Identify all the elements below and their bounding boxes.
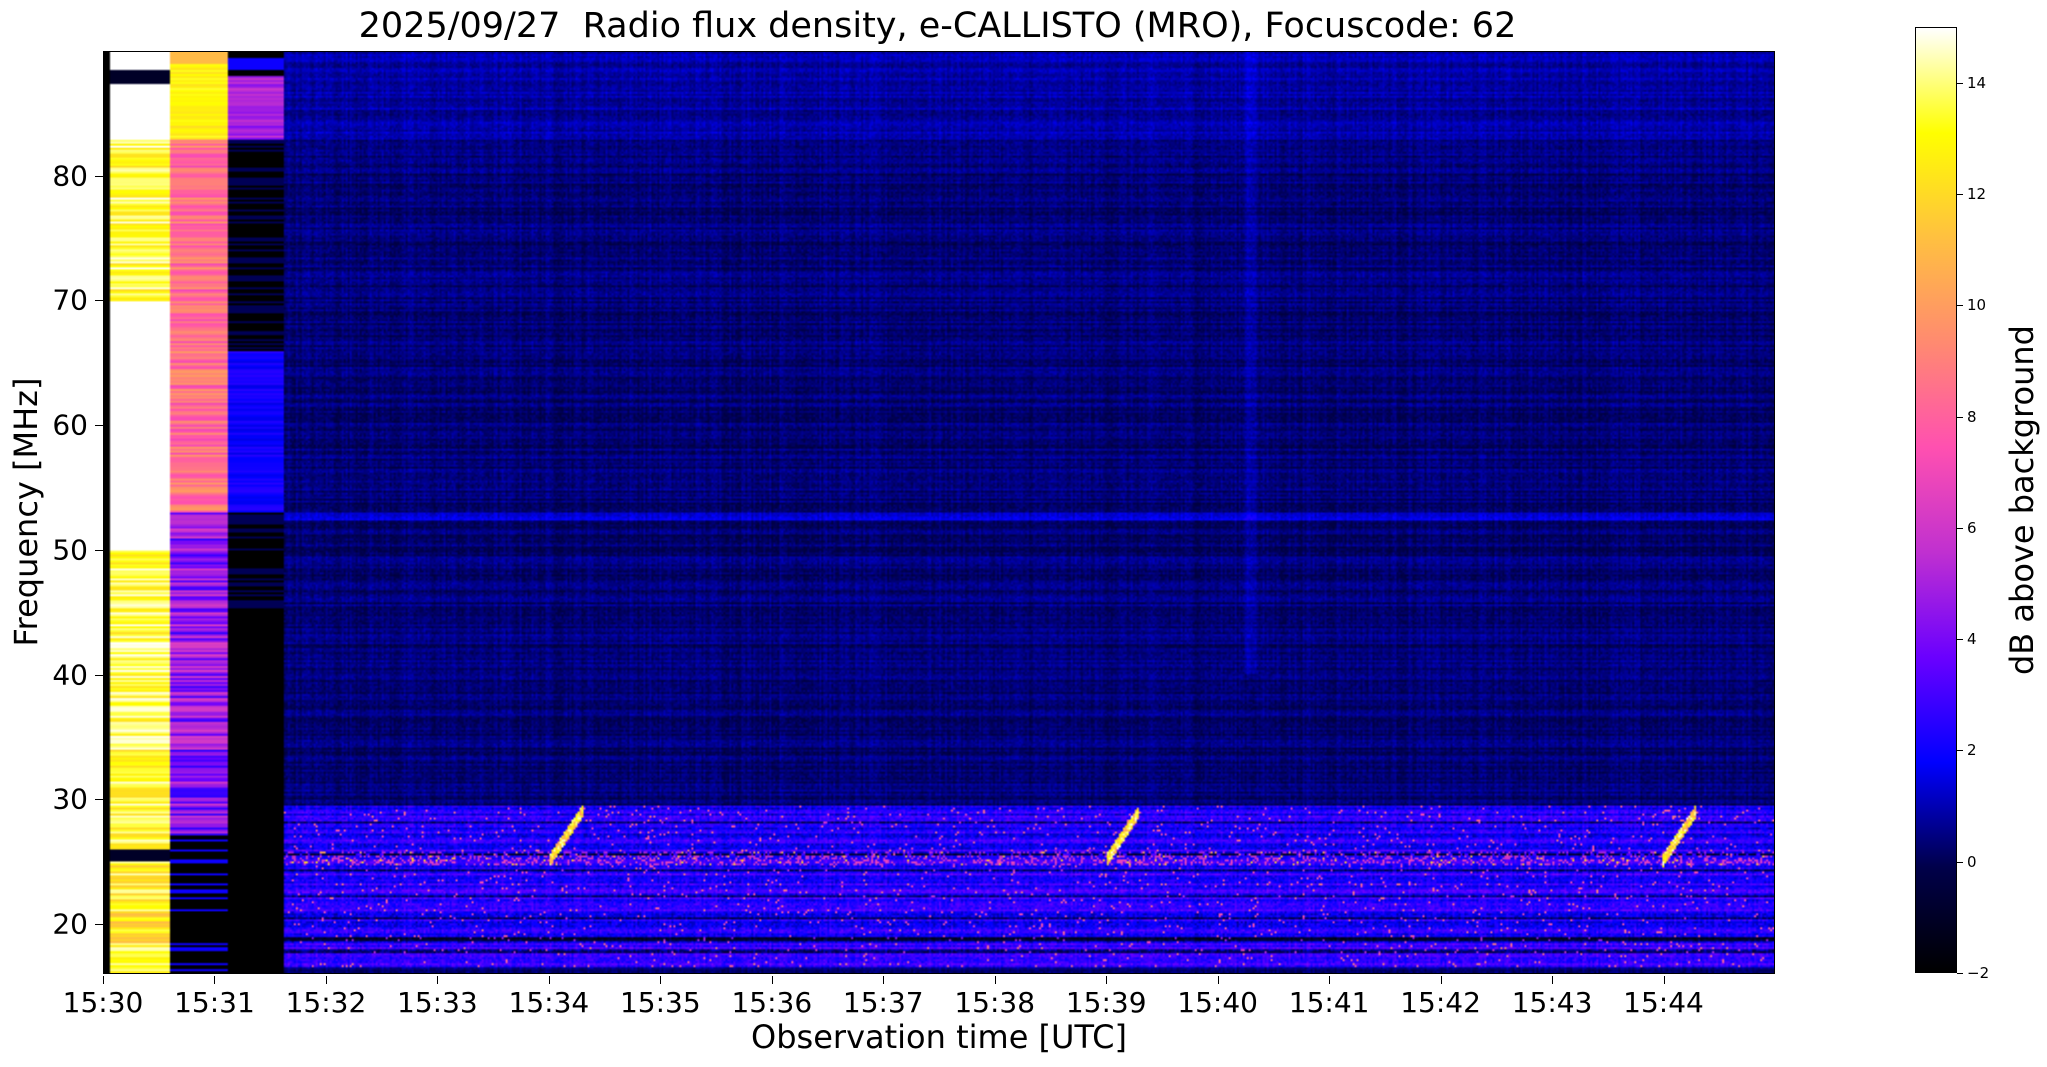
- colorbar-tick-mark: [1957, 193, 1963, 195]
- colorbar-tick-mark: [1957, 527, 1963, 529]
- x-tick-label: 15:44: [1623, 986, 1704, 1019]
- colorbar-tick-mark: [1957, 861, 1963, 863]
- x-tick-label: 15:43: [1511, 986, 1593, 1019]
- colorbar-tick-mark: [1957, 639, 1963, 641]
- x-tick-mark: [1440, 976, 1442, 984]
- y-axis-label: Frequency [MHz]: [7, 377, 45, 647]
- y-tick-mark: [95, 924, 103, 926]
- y-tick-mark: [95, 175, 103, 177]
- colorbar-tick-mark: [1957, 82, 1963, 84]
- spectrogram-heatmap: [104, 52, 1774, 973]
- x-tick-mark: [771, 976, 773, 984]
- colorbar-tick-label: 6: [1967, 518, 1977, 537]
- x-tick-label: 15:37: [842, 986, 924, 1019]
- x-tick-label: 15:32: [285, 986, 367, 1019]
- colorbar-tick-label: 0: [1967, 852, 1977, 871]
- colorbar-tick-label: 10: [1967, 296, 1987, 315]
- colorbar-tick-label: 12: [1967, 184, 1987, 203]
- colorbar-tick-mark: [1957, 750, 1963, 752]
- x-tick-mark: [883, 976, 885, 984]
- x-tick-mark: [660, 976, 662, 984]
- x-tick-mark: [1106, 976, 1108, 984]
- y-tick-label: 70: [52, 283, 88, 317]
- colorbar-tick-mark: [1957, 416, 1963, 418]
- y-tick-label: 50: [52, 533, 88, 567]
- x-tick-mark: [437, 976, 439, 984]
- x-tick-label: 15:34: [508, 986, 590, 1019]
- x-tick-mark: [325, 976, 327, 984]
- chart-title: 2025/09/27 Radio flux density, e-CALLIST…: [358, 6, 1517, 46]
- colorbar-tick-label: 4: [1967, 630, 1977, 649]
- x-tick-label: 15:40: [1177, 986, 1259, 1019]
- x-tick-mark: [214, 976, 216, 984]
- y-tick-mark: [95, 799, 103, 801]
- y-tick-label: 80: [52, 159, 88, 193]
- y-tick-label: 20: [52, 907, 88, 941]
- y-tick-mark: [95, 549, 103, 551]
- x-tick-mark: [1217, 976, 1219, 984]
- colorbar-tick-mark: [1957, 305, 1963, 307]
- x-tick-label: 15:33: [397, 986, 478, 1019]
- colorbar-label: dB above background: [2003, 325, 2041, 675]
- x-tick-mark: [1663, 976, 1665, 984]
- x-tick-label: 15:36: [731, 986, 813, 1019]
- y-tick-label: 60: [52, 408, 88, 442]
- x-tick-label: 15:31: [174, 986, 255, 1019]
- x-tick-mark: [103, 976, 104, 984]
- colorbar-tick-label: 2: [1967, 741, 1977, 760]
- x-tick-label: 15:39: [1065, 986, 1147, 1019]
- x-tick-mark: [1329, 976, 1331, 984]
- x-tick-label: 15:38: [954, 986, 1036, 1019]
- y-tick-mark: [95, 674, 103, 676]
- y-tick-label: 40: [52, 658, 88, 692]
- colorbar-tick-label: 8: [1967, 407, 1977, 426]
- colorbar-tick-label: 14: [1967, 73, 1987, 92]
- colorbar-tick-mark: [1957, 973, 1963, 974]
- y-tick-mark: [95, 300, 103, 302]
- spectrogram-plot-area: [103, 51, 1775, 974]
- colorbar-tick-label: −2: [1967, 964, 1990, 982]
- x-tick-label: 15:30: [62, 986, 144, 1019]
- x-tick-mark: [994, 976, 996, 984]
- x-tick-mark: [548, 976, 550, 984]
- x-tick-label: 15:42: [1400, 986, 1481, 1019]
- x-tick-mark: [1552, 976, 1554, 984]
- x-tick-label: 15:35: [619, 986, 701, 1019]
- x-axis-label: Observation time [UTC]: [751, 1018, 1127, 1056]
- y-tick-label: 30: [52, 782, 88, 816]
- colorbar: [1915, 27, 1957, 973]
- y-tick-mark: [95, 425, 103, 427]
- x-tick-label: 15:41: [1288, 986, 1370, 1019]
